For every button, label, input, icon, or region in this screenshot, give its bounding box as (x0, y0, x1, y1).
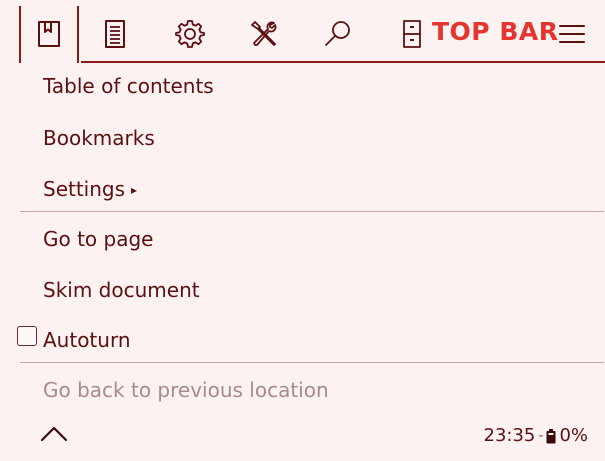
top-bar-border (81, 61, 605, 63)
tools-icon[interactable] (248, 18, 280, 50)
search-icon[interactable] (322, 18, 354, 50)
menu-item-label: Autoturn (43, 328, 131, 352)
autoturn-checkbox[interactable] (17, 326, 37, 346)
gear-icon[interactable] (174, 18, 206, 50)
menu-item-label: Skim document (43, 278, 200, 302)
status-separator: - (538, 428, 544, 444)
menu-divider (20, 362, 604, 363)
menu-item-skim-document[interactable]: Skim document (43, 277, 200, 303)
menu-item-bookmarks[interactable]: Bookmarks (43, 125, 155, 151)
hamburger-menu-icon[interactable] (556, 18, 588, 50)
top-bar-label: TOP BAR (432, 17, 559, 46)
chevron-up-icon[interactable] (38, 422, 70, 444)
top-bar: TOP BAR (0, 0, 605, 63)
menu-item-label: Settings (43, 177, 126, 201)
bookmark-icon[interactable] (33, 18, 65, 50)
battery-level: 0% (559, 425, 588, 446)
menu-item-autoturn[interactable]: Autoturn (43, 327, 131, 353)
menu-item-go-to-page[interactable]: Go to page (43, 226, 153, 252)
menu-item-go-back: Go back to previous location (43, 377, 329, 403)
filing-cabinet-icon[interactable] (396, 18, 428, 50)
battery-icon (546, 428, 556, 444)
menu-divider (20, 211, 604, 212)
menu-item-settings[interactable]: Settings ▸ (43, 176, 137, 203)
menu-item-label: Table of contents (43, 74, 214, 98)
menu-item-table-of-contents[interactable]: Table of contents (43, 73, 214, 99)
submenu-arrow-icon: ▸ (131, 183, 138, 197)
status-bar: 23:35 - 0% (484, 424, 589, 448)
clock-time: 23:35 (483, 425, 536, 446)
menu-item-label: Bookmarks (43, 126, 155, 150)
document-icon[interactable] (99, 18, 131, 50)
menu-item-label: Go back to previous location (43, 378, 329, 402)
menu-item-label: Go to page (43, 227, 154, 251)
